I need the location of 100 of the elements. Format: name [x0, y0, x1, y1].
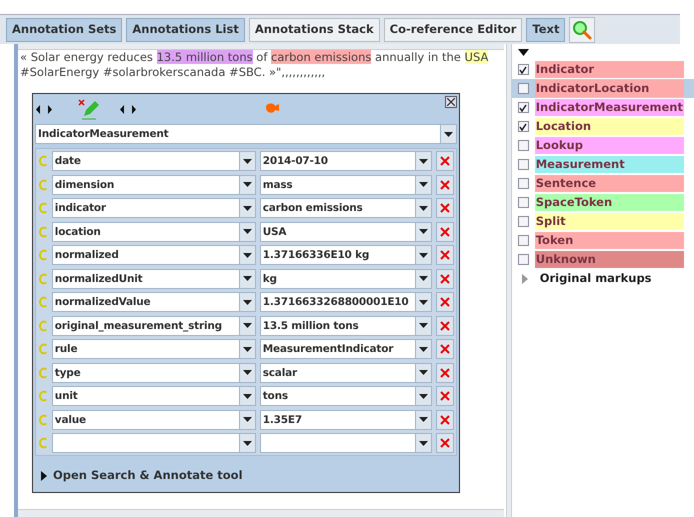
feature-c-icon — [38, 249, 48, 261]
caret-icon — [419, 346, 428, 352]
delete-icon[interactable] — [436, 433, 454, 453]
feature-value-dropdown[interactable]: USA — [260, 222, 432, 242]
search-annotate-expander[interactable]: Open Search & Annotate tool — [41, 467, 459, 484]
checkbox[interactable] — [518, 178, 529, 189]
feature-name-dropdown[interactable]: rule — [52, 339, 256, 359]
delete-icon[interactable] — [436, 386, 454, 406]
annotation-type-row[interactable]: Measurement — [512, 155, 694, 174]
toolbar-toggle-button[interactable]: Text — [526, 18, 566, 42]
toolbar-toggle-button[interactable]: Annotations Stack — [248, 18, 380, 42]
feature-value-dropdown[interactable] — [260, 433, 432, 453]
feature-name-dropdown[interactable]: normalized — [52, 245, 256, 265]
toolbar-toggle-button[interactable]: Co-reference Editor — [384, 18, 522, 42]
feature-name-dropdown[interactable]: original_measurement_string — [52, 316, 256, 336]
annotation-type-row[interactable]: Token — [512, 231, 694, 250]
feature-name-dropdown[interactable]: dimension — [52, 174, 256, 194]
annotation-type-label: IndicatorMeasurement — [534, 98, 684, 116]
feature-value-dropdown[interactable]: 2014-07-10 — [260, 151, 432, 171]
feature-c-icon — [38, 155, 48, 167]
annotation-type-label: Location — [534, 118, 684, 136]
delete-icon[interactable] — [436, 245, 454, 265]
feature-name-dropdown[interactable]: normalizedValue — [52, 292, 256, 312]
close-icon[interactable] — [445, 96, 457, 108]
caret-icon — [242, 346, 252, 352]
delete-icon[interactable] — [436, 268, 454, 288]
feature-name-dropdown[interactable]: value — [52, 410, 256, 430]
collapse-triangle-icon[interactable] — [518, 49, 529, 56]
checkbox[interactable] — [518, 64, 529, 75]
feature-c-icon — [38, 296, 48, 308]
delete-icon[interactable] — [436, 362, 454, 382]
checkbox[interactable] — [518, 235, 529, 246]
caret-icon — [242, 300, 252, 304]
checkbox[interactable] — [518, 140, 529, 151]
annotation-type-label: Token — [534, 232, 684, 250]
delete-icon[interactable] — [436, 339, 454, 359]
annotation-type-label: Lookup — [534, 136, 684, 154]
caret-icon — [419, 323, 428, 328]
caret-icon — [419, 158, 428, 164]
checkbox[interactable] — [518, 159, 529, 170]
expand-triangle-icon — [522, 274, 528, 284]
feature-c-icon — [38, 202, 48, 214]
feature-name-dropdown[interactable]: unit — [52, 386, 256, 406]
markup-set-row[interactable]: Original markups — [512, 269, 694, 288]
caret-icon — [419, 440, 428, 446]
caret-icon — [419, 206, 428, 210]
search-icon — [572, 20, 592, 40]
delete-icon[interactable] — [436, 292, 454, 312]
delete-icon[interactable] — [436, 174, 454, 194]
checkbox[interactable] — [518, 216, 529, 227]
annotation-type-label: SpaceToken — [534, 194, 684, 212]
feature-name-dropdown[interactable]: indicator — [52, 198, 256, 218]
feature-name-dropdown[interactable]: normalizedUnit — [52, 268, 256, 288]
feature-name-dropdown[interactable]: type — [52, 362, 256, 382]
annotation-type-row[interactable]: IndicatorMeasurement — [512, 98, 694, 117]
feature-name-dropdown[interactable]: date — [52, 151, 256, 171]
checkbox[interactable] — [518, 197, 529, 208]
feature-value-dropdown[interactable]: carbon emissions — [260, 198, 432, 218]
delete-icon[interactable] — [436, 151, 454, 171]
delete-icon[interactable] — [436, 222, 454, 242]
search-button[interactable] — [569, 16, 596, 42]
annotation-type-row[interactable]: Indicator — [512, 60, 694, 79]
feature-value-dropdown[interactable]: 1.35E7 — [260, 410, 432, 430]
feature-value-dropdown[interactable]: 1.3716633268800001E10 — [260, 292, 432, 312]
caret-icon — [444, 132, 453, 136]
annotation-type-row[interactable]: SpaceToken — [512, 193, 694, 212]
feature-value-dropdown[interactable]: 13.5 million tons — [260, 316, 432, 336]
pencil-delete-icon[interactable] — [78, 98, 100, 120]
annotation-type-row[interactable]: Lookup — [512, 136, 694, 155]
left-right-arrows-icon[interactable] — [120, 104, 136, 114]
caret-icon — [419, 276, 428, 281]
checkbox[interactable] — [518, 83, 529, 94]
feature-value-dropdown[interactable]: tons — [260, 386, 432, 406]
feature-value-dropdown[interactable]: mass — [260, 174, 432, 194]
feature-value-dropdown[interactable]: 1.37166336E10 kg — [260, 245, 432, 265]
feature-value-dropdown[interactable]: scalar — [260, 362, 432, 382]
checkbox[interactable] — [518, 254, 529, 265]
caret-icon — [242, 206, 252, 210]
caret-icon — [419, 182, 428, 187]
delete-icon[interactable] — [436, 410, 454, 430]
feature-c-icon — [38, 178, 48, 190]
feature-value-dropdown[interactable]: MeasurementIndicator — [260, 339, 432, 359]
feature-c-icon — [38, 226, 48, 238]
annotation-type-row[interactable]: Split — [512, 212, 694, 231]
annotation-type-dropdown[interactable]: IndicatorMeasurement — [35, 124, 457, 144]
delete-icon[interactable] — [436, 198, 454, 218]
feature-name-dropdown[interactable]: location — [52, 222, 256, 242]
annotation-type-row[interactable]: Sentence — [512, 174, 694, 193]
left-right-arrows-icon[interactable] — [36, 104, 52, 114]
annotation-type-row[interactable]: Location — [512, 117, 694, 136]
annotation-type-row[interactable]: IndicatorLocation — [512, 79, 694, 98]
feature-value-dropdown[interactable]: kg — [260, 268, 432, 288]
feature-name-dropdown[interactable] — [52, 433, 256, 453]
checkbox[interactable] — [518, 121, 529, 132]
caret-icon — [419, 394, 428, 398]
caret-icon — [419, 300, 428, 304]
toolbar-toggle-button[interactable]: Annotation Sets — [6, 18, 122, 42]
toolbar-toggle-button[interactable]: Annotations List — [126, 18, 245, 42]
checkbox[interactable] — [518, 102, 529, 113]
delete-icon[interactable] — [436, 316, 454, 336]
